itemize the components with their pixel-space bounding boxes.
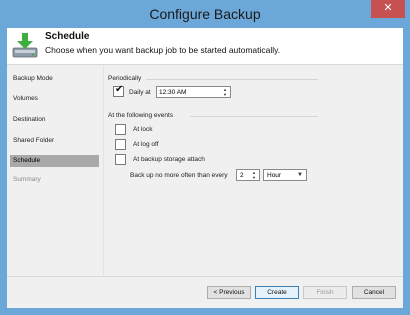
throttle-label: Back up no more often than every [130, 172, 228, 179]
page-subtitle: Choose when you want backup job to be st… [45, 45, 281, 55]
schedule-settings-panel: Periodically ✔ Daily at 12:30 AM ▲ ▼ At t… [104, 66, 403, 276]
at-lock-label: At lock [133, 126, 153, 133]
dialog-client-area: Schedule Choose when you want backup job… [7, 28, 403, 308]
events-group-label: At the following events [108, 112, 174, 119]
wizard-steps-sidebar: Backup Mode Volumes Destination Shared F… [7, 66, 103, 276]
daily-time-picker[interactable]: 12:30 AM ▲ ▼ [156, 86, 231, 98]
sidebar-item-backup-mode[interactable]: Backup Mode [10, 73, 99, 85]
periodically-group-label: Periodically [108, 75, 142, 82]
sidebar-item-summary: Summary [13, 176, 41, 183]
at-logoff-checkbox[interactable] [115, 139, 126, 150]
close-button[interactable]: ✕ [371, 0, 405, 18]
title-bar[interactable]: Configure Backup ✕ [0, 0, 410, 28]
at-logoff-label: At log off [133, 141, 159, 148]
previous-button[interactable]: < Previous [207, 286, 251, 299]
page-title: Schedule [45, 31, 90, 42]
at-lock-checkbox[interactable] [115, 124, 126, 135]
wizard-header: Schedule Choose when you want backup job… [7, 28, 403, 65]
daily-label: Daily at [129, 89, 151, 96]
daily-time-value: 12:30 AM [159, 89, 187, 96]
sidebar-item-schedule[interactable]: Schedule [10, 155, 99, 167]
number-spinner-icon[interactable]: ▲ ▼ [250, 170, 258, 180]
download-arrow-drive-icon [12, 33, 38, 58]
at-storage-attach-label: At backup storage attach [133, 156, 205, 163]
throttle-unit-select[interactable]: Hour ▼ [263, 169, 307, 181]
sidebar-item-destination[interactable]: Destination [10, 114, 99, 126]
daily-checkbox[interactable]: ✔ [113, 84, 124, 97]
checkmark-icon: ✔ [115, 84, 124, 95]
at-storage-attach-checkbox[interactable] [115, 154, 126, 165]
sidebar-item-volumes[interactable]: Volumes [10, 93, 99, 105]
time-spinner-icon[interactable]: ▲ ▼ [221, 87, 229, 97]
finish-button: Finish [303, 286, 347, 299]
chevron-down-icon: ▼ [297, 172, 303, 178]
periodically-separator [146, 79, 318, 80]
throttle-number-value: 2 [240, 172, 244, 179]
footer-separator [7, 276, 403, 277]
throttle-unit-value: Hour [267, 172, 282, 179]
throttle-number-stepper[interactable]: 2 ▲ ▼ [236, 169, 260, 181]
configure-backup-window: Configure Backup ✕ Schedule Choose when … [0, 0, 410, 315]
sidebar-item-shared-folder[interactable]: Shared Folder [10, 135, 99, 147]
events-separator [190, 116, 318, 117]
create-button[interactable]: Create [255, 286, 299, 299]
window-title: Configure Backup [149, 6, 261, 22]
cancel-button[interactable]: Cancel [352, 286, 396, 299]
